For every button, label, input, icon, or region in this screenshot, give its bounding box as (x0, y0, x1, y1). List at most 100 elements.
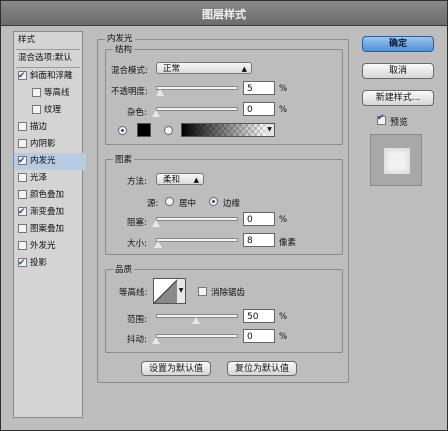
contour-preview[interactable] (153, 278, 179, 304)
style-list-header[interactable]: 样式 (14, 32, 86, 49)
style-item-label: 等高线 (44, 88, 70, 98)
style-list-item[interactable]: 内阴影 (14, 136, 86, 153)
style-item-label: 纹理 (44, 105, 62, 115)
style-list-item[interactable]: 渐变叠加 (14, 204, 86, 221)
elements-title: 图素 (113, 153, 135, 165)
blend-mode-value: 正常 (163, 64, 181, 74)
jitter-unit: % (279, 332, 288, 342)
choke-input[interactable]: 0 (243, 212, 275, 226)
style-list-item[interactable]: 内发光 (14, 153, 86, 170)
style-item-label: 颜色叠加 (30, 190, 65, 200)
style-list-item[interactable]: 外发光 (14, 238, 86, 255)
style-checkbox[interactable] (18, 122, 27, 131)
range-unit: % (279, 312, 288, 322)
glow-color-swatch[interactable] (137, 123, 151, 137)
jitter-slider-track[interactable] (156, 334, 238, 338)
style-checkbox[interactable] (18, 173, 27, 182)
style-checkbox[interactable] (18, 139, 27, 148)
choke-slider-track[interactable] (156, 217, 238, 221)
style-list-item[interactable]: 等高线 (14, 85, 100, 102)
opacity-label: 不透明度: (111, 87, 148, 97)
style-item-label: 光泽 (30, 173, 48, 183)
preview-checkbox[interactable] (377, 113, 389, 126)
choke-slider-thumb[interactable] (152, 220, 160, 227)
blend-options-item[interactable]: 混合选项:默认 (14, 50, 86, 67)
ok-button[interactable]: 确定 (362, 36, 434, 52)
style-item-label: 内阴影 (30, 139, 56, 149)
structure-title: 结构 (113, 43, 135, 55)
source-center-radio[interactable] (165, 197, 174, 206)
size-slider-track[interactable] (156, 238, 238, 242)
style-list-item[interactable]: 光泽 (14, 170, 86, 187)
reset-default-button[interactable]: 复位为默认值 (227, 361, 297, 376)
style-checkbox[interactable] (32, 88, 41, 97)
style-list-item[interactable]: 斜面和浮雕 (14, 68, 86, 85)
noise-unit: % (279, 105, 288, 115)
method-label: 方法: (127, 177, 147, 187)
style-checkbox[interactable] (18, 190, 27, 199)
opacity-input[interactable]: 5 (243, 81, 275, 95)
source-center-label: 居中 (179, 199, 197, 209)
title-bar[interactable]: 图层样式 (1, 1, 447, 26)
style-checkbox[interactable] (18, 255, 27, 272)
noise-input[interactable]: 0 (243, 102, 275, 116)
range-slider-thumb[interactable] (192, 317, 200, 324)
size-unit: 像素 (279, 238, 297, 248)
noise-slider-thumb[interactable] (152, 110, 160, 117)
style-item-label: 内发光 (30, 156, 56, 166)
method-value: 柔和 (163, 175, 181, 185)
jitter-input[interactable]: 0 (243, 329, 275, 343)
antialias-checkbox[interactable] (198, 287, 210, 297)
size-input[interactable]: 8 (243, 233, 275, 247)
gradient-swatch[interactable] (181, 123, 267, 137)
jitter-label: 抖动: (127, 335, 147, 345)
blend-mode-label: 混合模式: (111, 66, 148, 76)
source-edge-label: 边缘 (223, 199, 241, 209)
contour-curve-icon (154, 279, 178, 303)
opacity-unit: % (279, 84, 288, 94)
preview-swatch (384, 148, 410, 174)
style-checkbox[interactable] (18, 153, 27, 170)
style-checkbox[interactable] (18, 241, 27, 250)
style-list-item[interactable]: 颜色叠加 (14, 187, 86, 204)
antialias-label: 消除锯齿 (211, 288, 246, 298)
blend-mode-select[interactable]: 正常 ▲︎ (156, 62, 252, 74)
select-arrows-icon: ▲︎ (241, 65, 247, 73)
style-checkbox[interactable] (18, 68, 27, 85)
range-input[interactable]: 50 (243, 309, 275, 323)
size-slider-thumb[interactable] (154, 241, 163, 248)
method-select[interactable]: 柔和 ▲︎ (156, 173, 204, 185)
opacity-slider-thumb[interactable] (156, 89, 164, 96)
contour-dropdown-icon[interactable]: ▼︎ (177, 278, 186, 304)
new-style-button[interactable]: 新建样式... (362, 90, 434, 106)
style-item-label: 渐变叠加 (30, 207, 65, 217)
style-checkbox[interactable] (18, 204, 27, 221)
noise-slider-track[interactable] (156, 107, 238, 111)
noise-label: 杂色: (127, 108, 147, 118)
range-label: 范围: (127, 315, 147, 325)
style-list-item[interactable]: 投影 (14, 255, 86, 272)
preview-label: 预览 (390, 118, 409, 128)
cancel-button[interactable]: 取消 (362, 63, 434, 79)
style-list-item[interactable]: 纹理 (14, 102, 100, 119)
style-list-item[interactable]: 图案叠加 (14, 221, 86, 238)
opacity-slider-track[interactable] (156, 86, 238, 90)
make-default-button[interactable]: 设置为默认值 (141, 361, 211, 376)
style-item-label: 图案叠加 (30, 224, 65, 234)
color-radio[interactable] (118, 126, 127, 135)
jitter-slider-thumb[interactable] (152, 337, 160, 344)
gradient-radio[interactable] (164, 126, 173, 135)
window-title: 图层样式 (202, 8, 246, 21)
style-checkbox[interactable] (32, 105, 41, 114)
style-checkbox[interactable] (18, 224, 27, 233)
style-item-label: 投影 (30, 258, 48, 268)
preview-thumbnail (370, 134, 422, 186)
style-list-item[interactable]: 描边 (14, 119, 86, 136)
size-label: 大小: (127, 239, 147, 249)
choke-label: 阻塞: (127, 218, 147, 228)
style-item-label: 描边 (30, 122, 48, 132)
gradient-dropdown-icon[interactable]: ▼︎ (265, 123, 275, 137)
style-item-label: 斜面和浮雕 (30, 71, 73, 81)
select-arrows-icon: ▲︎ (193, 176, 199, 184)
source-edge-radio[interactable] (209, 197, 218, 206)
